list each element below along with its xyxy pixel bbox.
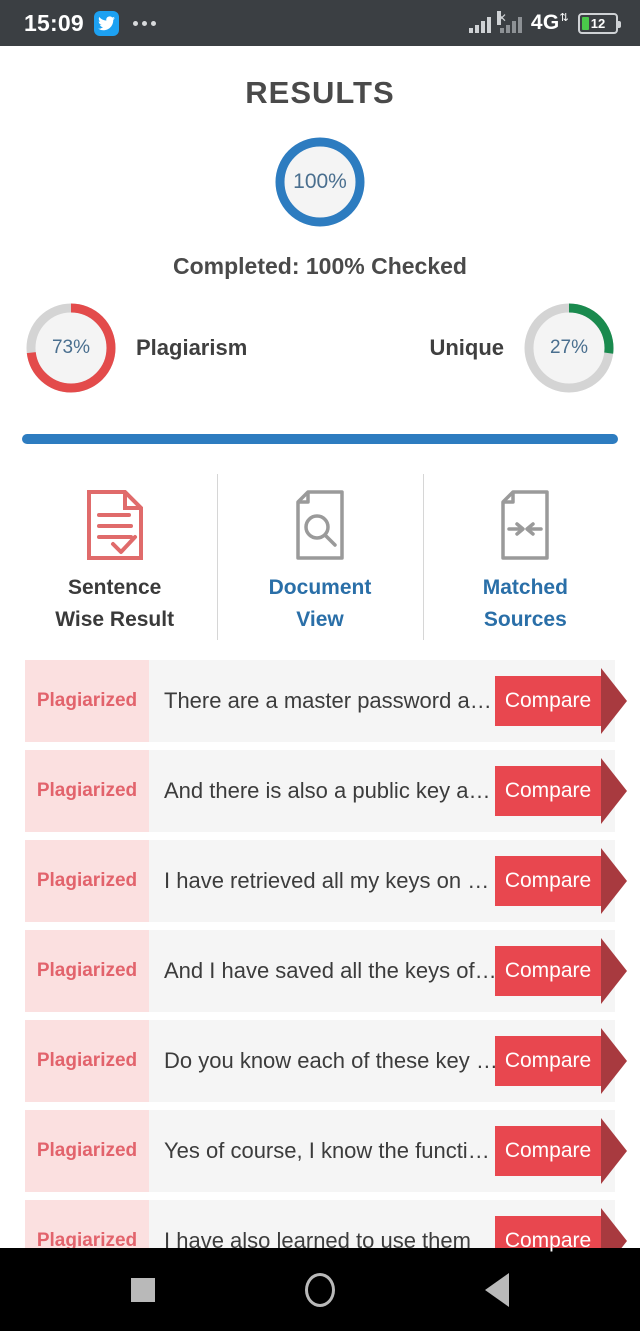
compare-button[interactable]: Compare [495,668,627,734]
plagiarism-gauge: 73% [22,299,120,397]
status-bar-clock: 15:09 [24,9,84,36]
compare-button-label: Compare [504,959,592,982]
table-row[interactable]: Plagiarized I have retrieved all my keys… [25,840,627,922]
sentence-results-list: Plagiarized There are a master password … [0,660,640,1282]
tab-document-view[interactable]: Document View [217,474,422,646]
overall-progress-ring: 100% [271,133,369,231]
overall-progress-bar [22,434,618,444]
tab-document-view-line1: Document [268,576,372,599]
tab-document-view-label: Document View [269,572,372,636]
tab-matched-sources-line1: Matched [482,576,568,599]
overall-progress-value: 100% [293,170,347,193]
status-badge: Plagiarized [25,660,149,742]
tab-sentence-wise-result-line1: Sentence [67,576,162,599]
compare-button-label: Compare [504,1049,592,1072]
plagiarism-gauge-label: Plagiarism [136,335,248,360]
unique-gauge-value: 27% [549,337,589,358]
battery-level-label: 12 [590,15,606,31]
status-badge: Plagiarized [25,1020,149,1102]
tab-document-view-line2: View [296,608,344,631]
result-view-tabs: Sentence Wise Result Document View Match… [0,474,640,646]
status-badge: Plagiarized [25,840,149,922]
compare-button[interactable]: Compare [495,1118,627,1184]
status-bar-right: ✕ 4G⇅ 12 [468,11,621,35]
home-circle-icon[interactable] [305,1272,335,1307]
compare-button-label: Compare [504,1229,592,1252]
completed-status-text: Completed: 100% Checked [173,253,467,279]
status-badge: Plagiarized [25,930,149,1012]
document-arrows-icon [495,488,555,562]
status-bar: 15:09 ✕ 4G⇅ 12 [0,0,640,46]
score-gauges: 73% Plagiarism Unique 27% [0,299,640,397]
network-text: 4G [530,11,560,34]
signal-bars-icon: ✕ [468,11,507,33]
compare-button[interactable]: Compare [495,848,627,914]
compare-button-label: Compare [504,869,592,892]
unique-gauge-group: Unique 27% [429,299,618,397]
table-row[interactable]: Plagiarized Do you know each of these ke… [25,1020,627,1102]
compare-button-label: Compare [504,779,592,802]
compare-button[interactable]: Compare [495,758,627,824]
table-row[interactable]: Plagiarized There are a master password … [25,660,627,742]
status-badge: Plagiarized [25,750,149,832]
plagiarism-gauge-group: 73% Plagiarism [22,299,247,397]
plagiarism-gauge-value: 73% [51,337,91,358]
compare-button[interactable]: Compare [495,938,627,1004]
compare-button-label: Compare [504,689,592,712]
status-badge: Plagiarized [25,1110,149,1192]
compare-button[interactable]: Compare [495,1028,627,1094]
compare-button-label: Compare [504,1139,592,1162]
tab-matched-sources[interactable]: Matched Sources [422,474,628,646]
data-arrows-icon: ⇅ [559,12,569,24]
status-bar-left: 15:09 [24,10,156,37]
tab-sentence-wise-result[interactable]: Sentence Wise Result [12,476,217,646]
table-row[interactable]: Plagiarized And I have saved all the key… [25,930,627,1012]
tab-matched-sources-label: Matched Sources [483,572,568,636]
tab-sentence-wise-result-line2: Wise Result [55,608,175,631]
network-type-label: 4G⇅ [531,11,569,35]
document-search-icon [290,488,350,562]
recents-square-icon[interactable] [131,1277,155,1302]
twitter-icon [93,10,119,36]
table-row[interactable]: Plagiarized And there is also a public k… [25,750,627,832]
results-page: RESULTS 100% Completed: 100% Checked 73%… [0,46,640,1282]
tab-sentence-wise-result-label: Sentence Wise Result [55,572,174,636]
back-triangle-icon[interactable] [485,1272,509,1307]
more-dots-icon [132,20,156,26]
unique-gauge-label: Unique [429,335,504,360]
document-check-icon [85,488,145,562]
page-title: RESULTS [245,75,395,110]
unique-gauge: 27% [520,299,618,397]
tab-matched-sources-line2: Sources [483,608,567,631]
overall-progress-area: 100% [0,133,640,231]
battery-icon: 12 [578,12,621,34]
table-row[interactable]: Plagiarized Yes of course, I know the fu… [25,1110,627,1192]
